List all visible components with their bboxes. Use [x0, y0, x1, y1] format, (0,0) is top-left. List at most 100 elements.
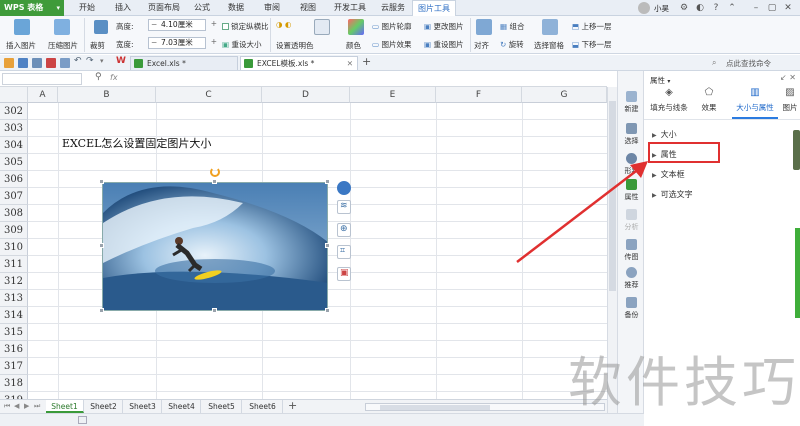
menu-cloud[interactable]: 云服务 — [373, 0, 413, 16]
lock-ratio-checkbox[interactable]: 锁定纵横比 — [222, 21, 269, 32]
col-header[interactable]: E — [350, 87, 436, 103]
panel-edge-handle[interactable] — [793, 130, 800, 170]
sheet-tab-sheet1[interactable]: Sheet1 — [46, 400, 84, 413]
reset-picture-button[interactable]: ▣ 重设图片 — [424, 39, 463, 50]
open-icon[interactable] — [4, 58, 14, 68]
col-header[interactable]: A — [28, 87, 58, 103]
save-icon[interactable] — [18, 58, 28, 68]
minus-icon[interactable]: − — [151, 20, 157, 30]
doc-tab-excel[interactable]: Excel.xls * — [130, 56, 238, 70]
undo-icon[interactable]: ↶ — [74, 56, 82, 66]
row-header[interactable]: 308 — [0, 205, 28, 222]
first-sheet-icon[interactable]: ⏮ — [4, 402, 12, 411]
section-size[interactable]: ▶ 大小 — [652, 129, 677, 140]
compress-picture-button[interactable]: 压缩图片 — [48, 40, 78, 51]
rotate-button[interactable]: ↻ 旋转 — [500, 39, 524, 50]
tab-effect[interactable]: ⬠ 效果 — [694, 87, 724, 117]
preview-icon[interactable] — [60, 58, 70, 68]
next-sheet-icon[interactable]: ▶ — [24, 402, 32, 411]
col-header[interactable]: B — [58, 87, 156, 103]
minus-circle-icon[interactable] — [337, 181, 351, 195]
doc-tab-excel-template[interactable]: EXCEL模板.xls * ✕ — [240, 56, 358, 70]
row-header[interactable]: 303 — [0, 120, 28, 137]
fx-icon[interactable]: fx — [110, 73, 118, 82]
expand-icon[interactable]: ⌃ — [726, 2, 738, 14]
reset-size-button[interactable]: ▣ 重设大小 — [222, 39, 261, 50]
row-header[interactable]: 318 — [0, 375, 28, 392]
app-menu-button[interactable]: WPS 表格 ▾ — [0, 0, 64, 16]
row-header[interactable]: 316 — [0, 341, 28, 358]
maximize-button[interactable]: ▢ — [766, 2, 778, 14]
width-field[interactable]: − 7.03厘米 + — [148, 37, 217, 49]
set-transparent-button[interactable]: 设置透明色 — [276, 40, 314, 51]
picture-settings-icon[interactable]: ▣ — [337, 267, 351, 281]
menu-page-layout[interactable]: 页面布局 — [142, 0, 186, 16]
last-sheet-icon[interactable]: ⏭ — [34, 402, 42, 411]
side-new-button[interactable]: 新建 — [618, 91, 645, 114]
combine-button[interactable]: ▦ 组合 — [500, 21, 524, 32]
name-box[interactable] — [2, 73, 82, 85]
row-header[interactable]: 307 — [0, 188, 28, 205]
send-backward-button[interactable]: ⬓ 下移一层 — [572, 39, 611, 50]
col-header[interactable]: G — [522, 87, 607, 103]
row-header[interactable]: 310 — [0, 239, 28, 256]
skin-icon[interactable]: ◐ — [694, 2, 706, 14]
tab-fill-line[interactable]: ◈ 填充与线条 — [648, 87, 690, 117]
select-pane-button[interactable]: 选择窗格 — [534, 40, 564, 51]
section-textbox[interactable]: ▶ 文本框 — [652, 169, 685, 180]
search-icon[interactable]: ⌕ — [712, 58, 716, 68]
menu-home[interactable]: 开始 — [72, 0, 102, 16]
side-recommend-button[interactable]: 推荐 — [618, 267, 645, 290]
corner-cell[interactable] — [0, 87, 28, 103]
sheet-tab-sheet2[interactable]: Sheet2 — [85, 400, 123, 413]
resize-handle[interactable] — [99, 179, 104, 184]
print-icon[interactable] — [32, 58, 42, 68]
insert-picture-button[interactable]: 插入图片 — [6, 40, 36, 51]
tab-size-property[interactable]: ▥ 大小与属性 — [728, 87, 782, 117]
customize-icon[interactable]: ▾ — [100, 57, 104, 65]
side-select-button[interactable]: 选择 — [618, 123, 645, 146]
row-header[interactable]: 315 — [0, 324, 28, 341]
side-shape-button[interactable]: 形状 — [618, 153, 645, 176]
row-header[interactable]: 311 — [0, 256, 28, 273]
panel-title[interactable]: 属性 ▾ — [650, 75, 670, 86]
pin-icon[interactable]: ↙ — [780, 73, 787, 82]
menu-review[interactable]: 审阅 — [258, 0, 286, 16]
minimize-button[interactable]: – — [750, 2, 762, 14]
resize-handle[interactable] — [212, 308, 217, 313]
row-header[interactable]: 317 — [0, 358, 28, 375]
minus-icon[interactable]: − — [151, 38, 157, 48]
row-header[interactable]: 314 — [0, 307, 28, 324]
side-backup-button[interactable]: 备份 — [618, 297, 645, 320]
plus-icon[interactable]: + — [211, 19, 217, 29]
row-header[interactable]: 312 — [0, 273, 28, 290]
settings-icon[interactable]: ⚙ — [678, 2, 690, 14]
spreadsheet-grid[interactable]: A B C D E F G 302 303 304 305 306 307 308 309 31… — [0, 87, 607, 399]
row-header[interactable]: 306 — [0, 171, 28, 188]
row-header[interactable]: 309 — [0, 222, 28, 239]
align-button[interactable]: 对齐 — [474, 40, 489, 51]
cell-b304-text[interactable]: EXCEL怎么设置固定图片大小 — [62, 135, 211, 151]
surfing-picture[interactable] — [102, 182, 328, 311]
add-sheet-icon[interactable]: + — [288, 399, 297, 412]
color-button[interactable]: 颜色 — [346, 40, 361, 51]
col-header[interactable]: C — [156, 87, 262, 103]
resize-handle[interactable] — [212, 179, 217, 184]
row-header[interactable]: 319 — [0, 392, 28, 399]
picture-effect-button[interactable]: ▭ 图片效果 — [372, 39, 411, 50]
close-tab-icon[interactable]: ✕ — [347, 57, 353, 70]
layers-icon[interactable]: ≋ — [337, 200, 351, 214]
menu-picture-tools[interactable]: 图片工具 — [412, 0, 456, 17]
resize-handle[interactable] — [99, 243, 104, 248]
prev-sheet-icon[interactable]: ◀ — [14, 402, 22, 411]
menu-insert[interactable]: 插入 — [108, 0, 138, 16]
rotate-handle-icon[interactable] — [210, 167, 220, 177]
side-property-button[interactable]: 属性 — [618, 179, 645, 202]
zoom-icon[interactable]: ⚲ — [95, 72, 102, 82]
new-tab-icon[interactable]: + — [362, 55, 371, 68]
sheet-tab-sheet3[interactable]: Sheet3 — [124, 400, 162, 413]
row-header[interactable]: 302 — [0, 103, 28, 120]
col-header[interactable]: D — [262, 87, 350, 103]
zoom-in-icon[interactable]: ⊕ — [337, 223, 351, 237]
avatar[interactable] — [638, 2, 650, 14]
